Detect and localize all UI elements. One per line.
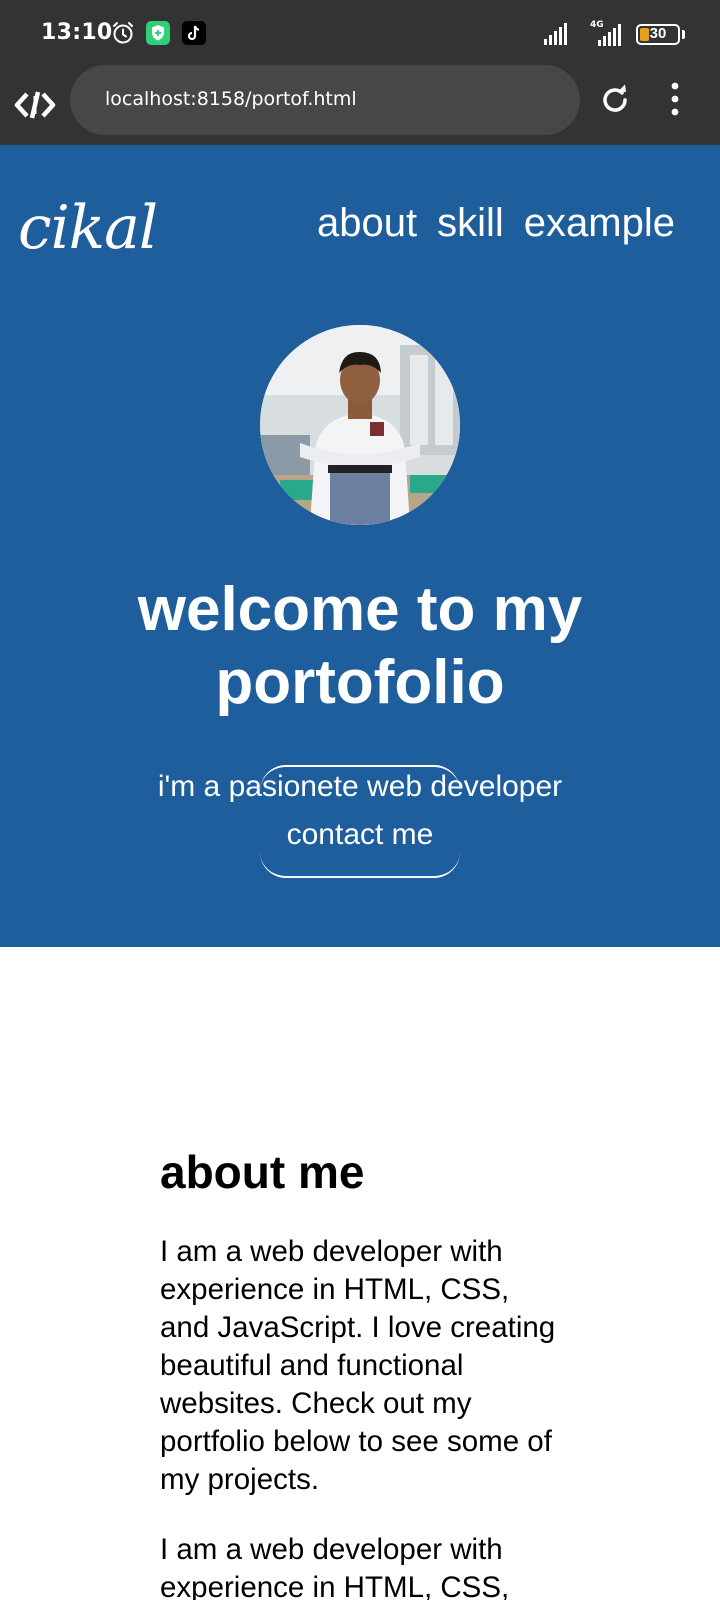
status-time: 13:10 [41,20,113,45]
hero-title: welcome to my portofolio [0,573,720,719]
contact-button[interactable] [260,765,460,878]
nav-link-about[interactable]: about [317,201,417,246]
tiktok-icon [182,21,206,45]
site-logo[interactable]: cikal [18,193,158,263]
signal-strength-icon [544,23,567,45]
main-nav: about skill example [317,201,675,246]
browser-toolbar: localhost:8158/portof.html [0,64,720,145]
battery-tip [682,30,685,39]
network-type-label: 4G [590,20,604,30]
nav-link-example[interactable]: example [524,201,675,246]
dev-tools-icon[interactable] [14,84,56,126]
security-shield-icon [146,21,170,45]
hero-title-line1: welcome to my [137,575,583,644]
nav-link-skill[interactable]: skill [437,201,504,246]
battery-percent: 30 [649,25,667,42]
more-options-icon[interactable] [670,82,680,116]
battery-icon: 30 [636,24,680,45]
about-paragraph: I am a web developer with experience in … [160,1533,510,1600]
address-bar[interactable]: localhost:8158/portof.html [70,65,580,135]
about-section: about me I am a web developer with exper… [160,1145,560,1600]
hero-title-line2: portofolio [215,648,505,717]
url-text[interactable]: localhost:8158/portof.html [105,88,357,110]
reload-icon[interactable] [598,83,632,117]
alarm-clock-icon [113,22,133,44]
hero-section: cikal about skill example welcome to my … [0,145,720,947]
signal-4g-icon: 4G [590,20,621,46]
profile-photo [260,325,460,525]
about-paragraph: I am a web developer with experience in … [160,1235,556,1496]
about-heading: about me [160,1146,365,1198]
status-bar: 13:10 4G 30 [0,0,720,64]
